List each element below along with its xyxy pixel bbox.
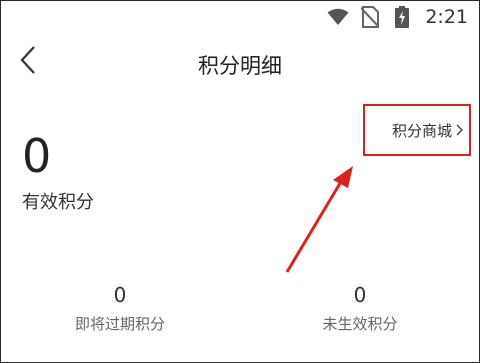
no-sim-icon [359,6,381,28]
status-bar: 2:21 [0,0,480,34]
expiring-points-value: 0 [113,283,127,307]
pending-points-label: 未生效积分 [322,315,398,333]
pending-points-value: 0 [353,283,367,307]
valid-points-value: 0 [22,129,52,183]
points-mall-label: 积分商城 [391,121,452,140]
pending-points-stat: 0 未生效积分 [290,283,430,334]
chevron-right-icon [456,124,463,136]
points-mall-link[interactable]: 积分商城 [363,104,471,156]
expiring-points-label: 即将过期积分 [74,315,165,333]
status-time: 2:21 [425,6,468,28]
page-title: 积分明细 [198,54,282,78]
wifi-icon [327,6,349,28]
app-header: 积分明细 [0,38,480,88]
battery-charging-icon [391,6,413,28]
valid-points-label: 有效积分 [22,192,94,213]
expiring-points-stat: 0 即将过期积分 [50,283,190,334]
